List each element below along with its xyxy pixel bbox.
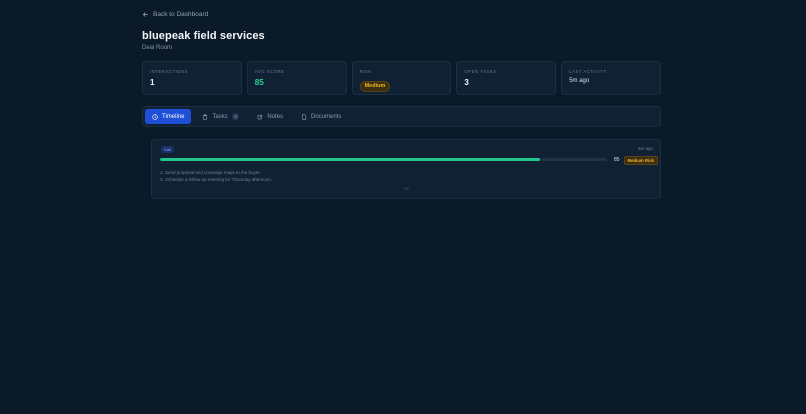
chevron-down-icon[interactable] bbox=[403, 186, 410, 191]
interaction-type-badge: Call bbox=[161, 146, 174, 153]
arrow-left-icon bbox=[142, 12, 149, 17]
risk-badge: Medium bbox=[359, 80, 391, 92]
tab-notes[interactable]: Notes bbox=[250, 109, 290, 124]
stat-card-interactions: INTERACTIONS 1 bbox=[142, 61, 242, 95]
stat-card-open-tasks: OPEN TASKS 3 bbox=[456, 61, 557, 95]
next-step-item: 2. Schedule a follow-up meeting for Thur… bbox=[160, 177, 272, 182]
page-title: bluepeak field services bbox=[142, 30, 265, 42]
timeline-item[interactable]: Call 5m ago 85 Medium Risk 1. Send propo… bbox=[151, 139, 661, 199]
tab-bar: Timeline Tasks 3 Notes Documents bbox=[142, 106, 661, 127]
stat-label: OPEN TASKS bbox=[464, 69, 497, 74]
tab-timeline[interactable]: Timeline bbox=[145, 109, 192, 124]
score-bar bbox=[160, 158, 607, 161]
stat-value: 1 bbox=[150, 78, 155, 87]
stats-row: INTERACTIONS 1 AVG SCORE 85 RISK Medium … bbox=[142, 61, 661, 95]
stat-label: INTERACTIONS bbox=[150, 69, 188, 74]
tab-label: Notes bbox=[267, 113, 283, 120]
score-bar-fill bbox=[160, 158, 540, 161]
stat-value: 85 bbox=[254, 78, 264, 87]
document-icon bbox=[302, 113, 307, 120]
edit-icon bbox=[257, 114, 263, 119]
next-steps-list: 1. Send proposal and coverage maps to th… bbox=[160, 169, 272, 183]
stat-label: LAST ACTIVITY bbox=[569, 69, 607, 74]
tab-label: Timeline bbox=[162, 113, 185, 120]
stat-value: 5m ago bbox=[569, 78, 590, 84]
tab-label: Tasks bbox=[212, 113, 228, 120]
stat-card-last-activity: LAST ACTIVITY 5m ago bbox=[561, 61, 661, 95]
stat-card-avg-score: AVG SCORE 85 bbox=[246, 61, 347, 95]
tasks-count-badge: 3 bbox=[231, 113, 240, 120]
stat-label: AVG SCORE bbox=[254, 69, 285, 74]
deal-room-page: Back to Dashboard bluepeak field service… bbox=[0, 0, 806, 414]
stat-label: RISK bbox=[359, 69, 372, 74]
stat-value: 3 bbox=[464, 78, 469, 87]
stat-card-risk: RISK Medium bbox=[351, 61, 452, 95]
score-value: 85 bbox=[614, 157, 620, 163]
tab-documents[interactable]: Documents bbox=[294, 109, 348, 124]
tab-tasks[interactable]: Tasks 3 bbox=[195, 109, 246, 124]
back-to-dashboard-link[interactable]: Back to Dashboard bbox=[142, 11, 208, 18]
tab-label: Documents bbox=[311, 113, 342, 120]
next-step-item: 1. Send proposal and coverage maps to th… bbox=[160, 170, 261, 175]
page-subtitle: Deal Room bbox=[142, 45, 173, 51]
risk-badge: Medium Risk bbox=[624, 155, 658, 165]
clock-icon bbox=[152, 113, 158, 120]
timestamp: 5m ago bbox=[637, 146, 653, 151]
back-label: Back to Dashboard bbox=[153, 11, 209, 18]
clipboard-icon bbox=[203, 113, 208, 120]
